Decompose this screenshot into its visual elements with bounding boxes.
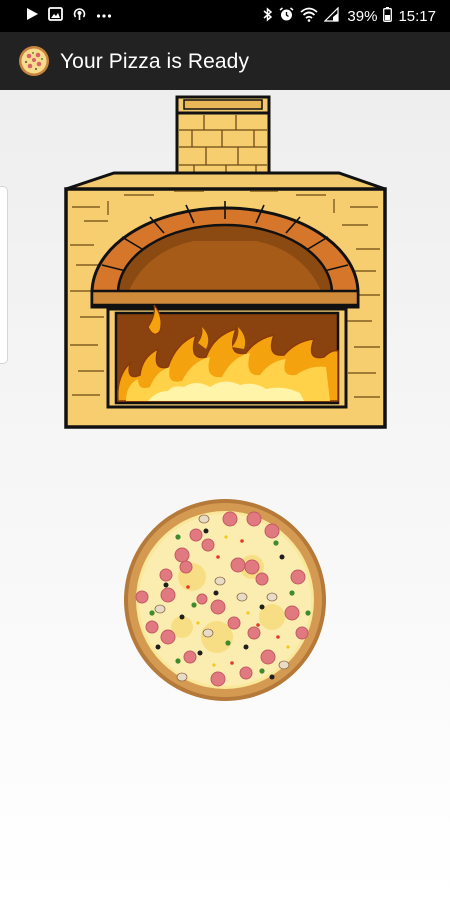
alarm-icon: [279, 7, 294, 26]
pizza-image: [122, 497, 328, 703]
hotspot-icon: [72, 7, 87, 25]
app-title: Your Pizza is Ready: [60, 50, 250, 73]
oven-image: [64, 95, 387, 430]
pizza-icon: [18, 45, 50, 77]
battery-percent: 39%: [347, 8, 378, 25]
status-bar: 39% 15:17: [0, 0, 450, 32]
bluetooth-icon: [262, 7, 273, 26]
signal-icon: [323, 6, 340, 26]
battery-icon: [383, 7, 393, 26]
edge-panel-handle[interactable]: [0, 186, 8, 364]
gallery-icon: [48, 7, 63, 25]
clock: 15:17: [398, 8, 436, 25]
play-store-icon: [26, 7, 39, 25]
wifi-icon: [300, 7, 319, 26]
app-bar: Your Pizza is Ready: [0, 32, 450, 90]
more-dots-icon: [96, 7, 112, 25]
